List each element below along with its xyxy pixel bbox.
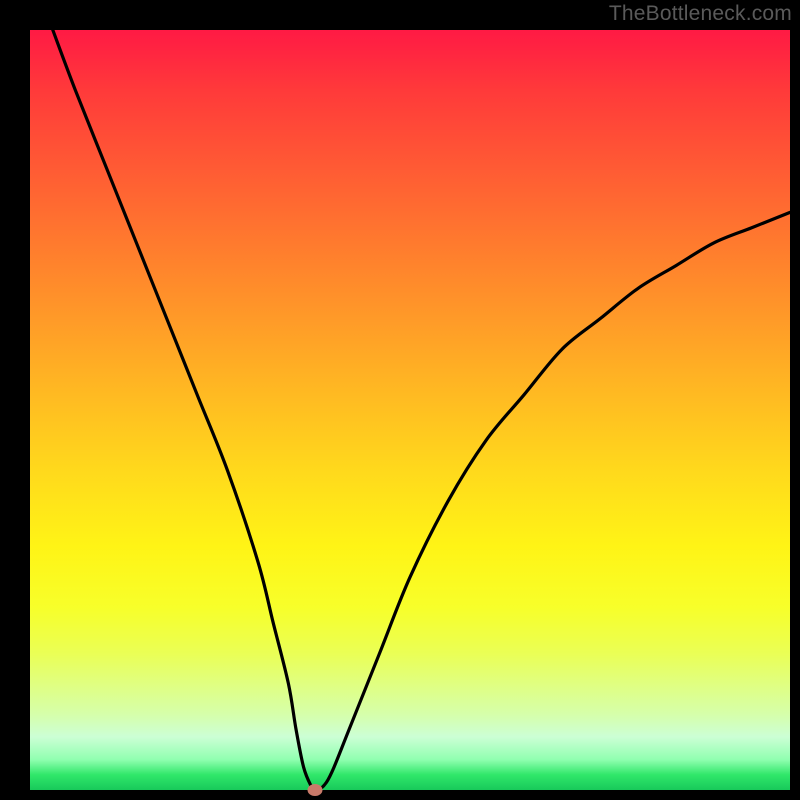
optimal-point-marker xyxy=(308,784,323,796)
plot-area xyxy=(30,30,790,790)
curve-svg xyxy=(30,30,790,790)
bottleneck-curve-path xyxy=(53,30,790,790)
watermark-text: TheBottleneck.com xyxy=(609,2,792,26)
